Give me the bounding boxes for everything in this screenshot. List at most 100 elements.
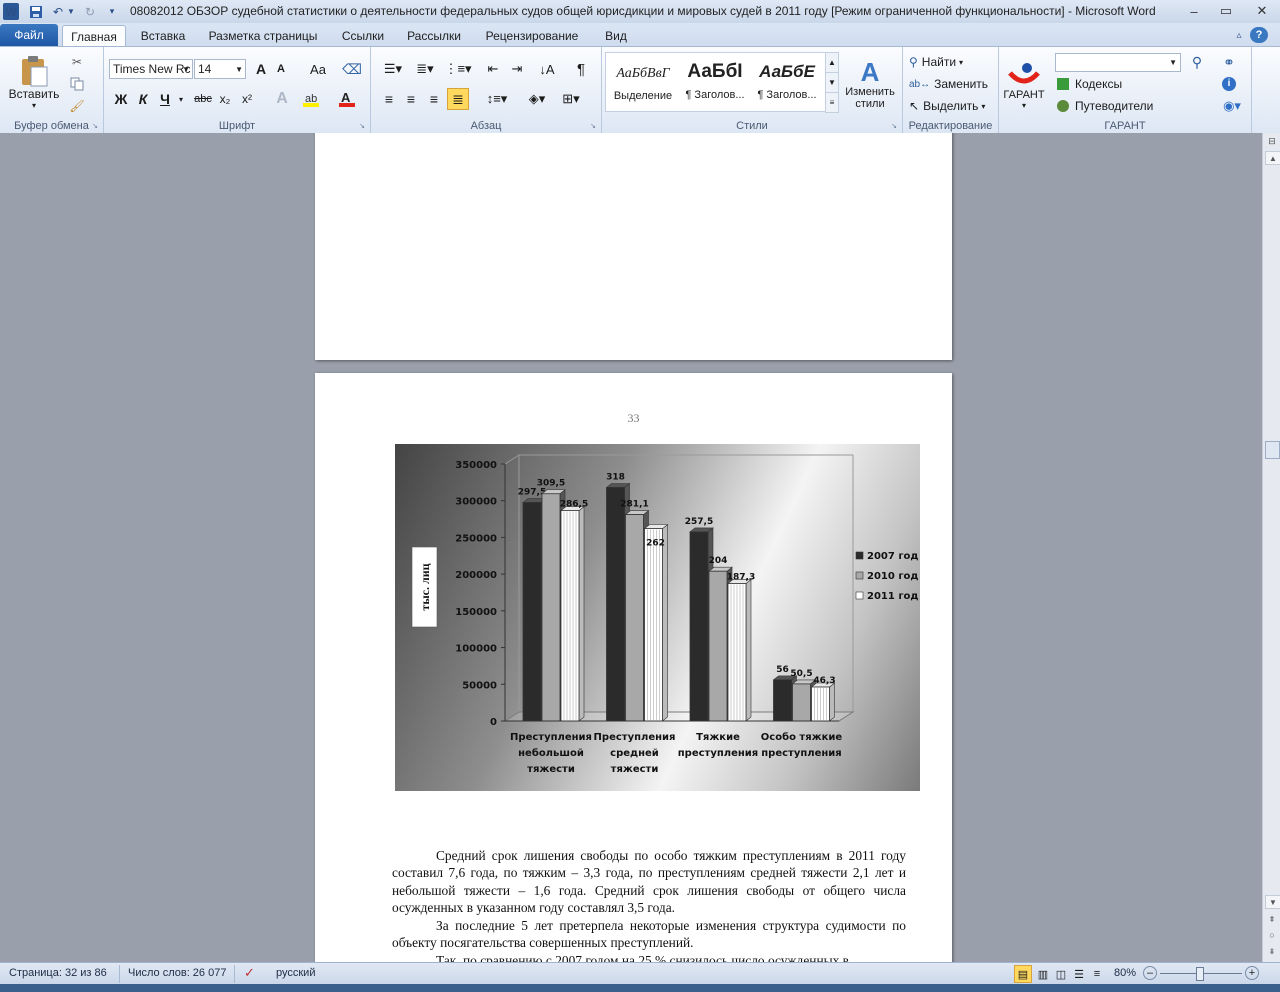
paragraph-launcher-icon[interactable]: ↘ [589, 122, 597, 130]
format-painter-icon[interactable]: 🖌 [68, 97, 86, 115]
print-layout-icon[interactable]: ▤ [1014, 965, 1032, 983]
web-layout-icon[interactable]: ◫ [1052, 965, 1070, 983]
text-effects-icon[interactable]: A [272, 89, 292, 109]
codes-button[interactable]: Кодексы [1057, 75, 1177, 93]
tab-view[interactable]: Вид [597, 25, 635, 46]
next-page-icon[interactable]: ⇟ [1265, 945, 1279, 957]
change-styles-button[interactable]: A Изменить стили [842, 53, 898, 115]
garant-info-icon[interactable]: i [1219, 75, 1239, 93]
word-count-status[interactable]: Число слов: 26 077 [128, 967, 226, 979]
draft-icon[interactable]: ≡ [1088, 965, 1106, 983]
zoom-slider-thumb[interactable] [1196, 967, 1204, 981]
page-current[interactable]: 33 0 50000 100000 150000 200000 250000 300000 3… [315, 373, 952, 962]
garant-search-icon[interactable]: ⚲ [1187, 53, 1207, 72]
justify-icon[interactable]: ≣ [447, 88, 469, 110]
scroll-thumb[interactable] [1265, 441, 1280, 459]
word-logo-icon[interactable]: W [3, 3, 19, 20]
multilevel-list-icon[interactable]: ⋮≡▾ [443, 59, 473, 79]
full-screen-reading-icon[interactable]: ▥ [1034, 965, 1052, 983]
italic-button[interactable]: К [134, 89, 152, 109]
font-size-field[interactable]: 14 ▼ [194, 59, 246, 79]
undo-icon[interactable]: ↶ [50, 3, 66, 20]
align-left-icon[interactable]: ≡ [379, 89, 399, 109]
browse-object-icon[interactable]: ○ [1265, 929, 1279, 941]
redo-icon[interactable]: ↻ [82, 3, 98, 20]
tab-mailings[interactable]: Рассылки [400, 25, 468, 46]
garant-search-field[interactable]: ▼ [1055, 53, 1181, 72]
underline-button[interactable]: Ч [156, 89, 174, 109]
line-spacing-icon[interactable]: ↕≡▾ [483, 89, 511, 109]
outline-icon[interactable]: ☰ [1070, 965, 1088, 983]
zoom-in-icon[interactable]: + [1245, 966, 1259, 980]
vertical-scrollbar[interactable]: ⊟ ▲ ▼ ⇞ ○ ⇟ [1262, 133, 1280, 962]
shading-icon[interactable]: ◈▾ [523, 89, 551, 109]
tab-review[interactable]: Рецензирование [477, 25, 587, 46]
paste-dropdown-icon[interactable]: ▾ [32, 101, 36, 110]
tab-home[interactable]: Главная [62, 25, 126, 47]
save-icon[interactable] [28, 3, 44, 20]
find-button[interactable]: ⚲ Найти ▾ [909, 53, 989, 71]
help-icon[interactable]: ? [1250, 27, 1268, 43]
highlight-icon[interactable]: ab [300, 89, 322, 109]
replace-button[interactable]: ab↔ Заменить [909, 75, 994, 93]
guides-button[interactable]: Путеводители [1057, 97, 1177, 115]
tab-page-layout[interactable]: Разметка страницы [202, 25, 324, 46]
style-heading2[interactable]: АаБбЕ ¶ Заголов... [752, 56, 822, 106]
proofing-icon[interactable]: ✓ [244, 965, 255, 981]
font-launcher-icon[interactable]: ↘ [358, 122, 366, 130]
scroll-down-icon[interactable]: ▼ [1265, 895, 1280, 909]
chart-area[interactable]: 0 50000 100000 150000 200000 250000 300000 3500… [395, 444, 920, 791]
font-name-field[interactable]: Times New Rc ▼ [109, 59, 193, 79]
minimize-button[interactable]: – [1181, 2, 1207, 20]
previous-page-icon[interactable]: ⇞ [1265, 913, 1279, 925]
cut-icon[interactable]: ✂ [68, 53, 86, 71]
clipboard-launcher-icon[interactable]: ↘ [91, 122, 99, 130]
tab-insert[interactable]: Вставка [132, 25, 194, 46]
language-status[interactable]: русский [276, 967, 315, 979]
font-color-icon[interactable]: A [336, 89, 358, 109]
scroll-up-icon[interactable]: ▲ [1265, 151, 1280, 165]
garant-search-dropdown-icon[interactable]: ▼ [1169, 58, 1177, 67]
style-emphasis[interactable]: АаБбВвГ Выделение [608, 56, 678, 106]
maximize-button[interactable]: ▭ [1213, 2, 1239, 20]
align-right-icon[interactable]: ≡ [424, 89, 444, 109]
shrink-font-button[interactable]: A [272, 59, 290, 79]
select-button[interactable]: ↖ Выделить ▾ [909, 97, 994, 115]
decrease-indent-icon[interactable]: ⇤ [483, 59, 503, 79]
ruler-toggle-icon[interactable]: ⊟ [1265, 135, 1279, 147]
paste-button[interactable]: Вставить ▾ [6, 51, 62, 113]
show-formatting-icon[interactable]: ¶ [571, 59, 591, 79]
styles-scroll-down-icon[interactable]: ▼ [825, 72, 839, 93]
borders-icon[interactable]: ⊞▾ [557, 89, 585, 109]
style-heading1[interactable]: АаБбI ¶ Заголов... [680, 56, 750, 106]
page-count-status[interactable]: Страница: 32 из 86 [9, 967, 107, 979]
underline-dropdown-icon[interactable]: ▾ [176, 89, 186, 109]
tab-references[interactable]: Ссылки [333, 25, 393, 46]
change-case-button[interactable]: Aa [304, 59, 332, 79]
garant-web-icon[interactable]: ◉▾ [1219, 97, 1245, 115]
garant-dropdown-icon[interactable]: ▾ [1022, 101, 1026, 110]
numbering-icon[interactable]: ≣▾ [411, 59, 439, 79]
zoom-level[interactable]: 80% [1114, 967, 1136, 979]
grow-font-button[interactable]: A [252, 59, 270, 79]
bold-button[interactable]: Ж [112, 89, 130, 109]
select-dropdown-icon[interactable]: ▾ [981, 102, 985, 111]
styles-more-icon[interactable]: ≡ [825, 92, 839, 113]
close-button[interactable]: ✕ [1247, 2, 1277, 20]
increase-indent-icon[interactable]: ⇥ [507, 59, 527, 79]
tab-file[interactable]: Файл [0, 24, 58, 46]
collapse-ribbon-icon[interactable]: ▵ [1232, 27, 1246, 43]
superscript-button[interactable]: x² [238, 89, 256, 109]
styles-scroll-up-icon[interactable]: ▲ [825, 52, 839, 73]
garant-button[interactable]: ГАРАНТ ▾ [1002, 53, 1046, 117]
sort-icon[interactable]: ↓A [537, 59, 557, 79]
find-dropdown-icon[interactable]: ▾ [959, 58, 963, 67]
garant-link-icon[interactable]: ⚭ [1219, 53, 1239, 71]
font-name-dropdown-icon[interactable]: ▼ [182, 65, 190, 74]
clear-formatting-icon[interactable]: ⌫ [342, 59, 362, 79]
copy-icon[interactable] [68, 75, 86, 93]
zoom-out-icon[interactable]: – [1143, 966, 1157, 980]
align-center-icon[interactable]: ≡ [401, 89, 421, 109]
undo-dropdown-icon[interactable]: ▼ [66, 3, 76, 20]
subscript-button[interactable]: x₂ [216, 89, 234, 109]
